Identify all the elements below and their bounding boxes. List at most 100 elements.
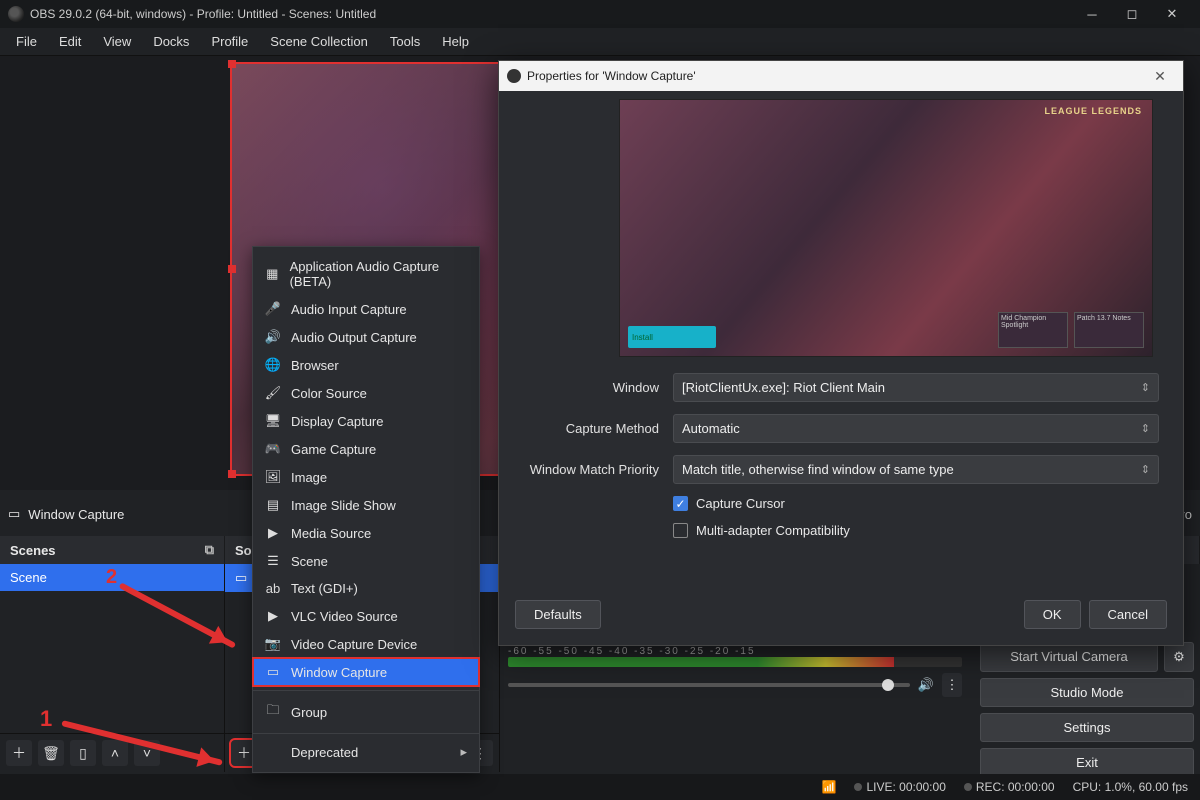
menu-profile[interactable]: Profile — [201, 30, 258, 53]
audio-scale: -60 -55 -50 -45 -40 -35 -30 -25 -20 -15 — [508, 646, 962, 657]
ctx-color-source[interactable]: 🖌Color Source — [253, 379, 479, 407]
rec-indicator-icon — [964, 783, 972, 791]
gear-icon: ⚙ — [1173, 649, 1185, 665]
brush-icon: 🖌 — [265, 385, 281, 401]
dialog-form: Window [RiotClientUx.exe]: Riot Client M… — [499, 365, 1183, 538]
resize-handle-icon[interactable] — [228, 470, 236, 478]
status-cpu: CPU: 1.0%, 60.00 fps — [1073, 780, 1188, 794]
chevron-updown-icon: ⇕ — [1141, 381, 1150, 394]
popout-icon[interactable]: ⧉ — [205, 542, 214, 558]
menu-scene-collection[interactable]: Scene Collection — [260, 30, 378, 53]
preview-brand-text: LEAGUE LEGENDS — [1044, 106, 1142, 116]
audio-track-menu-button[interactable]: ⋮ — [942, 673, 962, 697]
cancel-button[interactable]: Cancel — [1089, 600, 1167, 629]
window-icon: ▭ — [8, 506, 20, 522]
settings-button[interactable]: Settings — [980, 713, 1194, 742]
group-icon: 🗀 — [265, 701, 281, 723]
dialog-close-button[interactable]: ✕ — [1145, 68, 1175, 85]
dialog-footer: Defaults OK Cancel — [499, 588, 1183, 645]
minimize-button[interactable]: ─ — [1072, 0, 1112, 28]
ok-button[interactable]: OK — [1024, 600, 1081, 629]
status-rec: REC: 00:00:00 — [976, 780, 1055, 794]
ctx-window-capture[interactable]: ▭Window Capture — [253, 658, 479, 686]
obs-logo-icon — [8, 6, 24, 22]
window-icon: ▭ — [265, 664, 281, 680]
ctx-image-slideshow[interactable]: ▤Image Slide Show — [253, 491, 479, 519]
preview-install-button: Install — [628, 326, 716, 348]
ctx-text-gdi[interactable]: abText (GDI+) — [253, 575, 479, 602]
scene-icon: ☰ — [265, 553, 281, 569]
separator — [253, 733, 479, 734]
ctx-video-capture-device[interactable]: 📷Video Capture Device — [253, 630, 479, 658]
resize-handle-icon[interactable] — [228, 265, 236, 273]
globe-icon: 🌐 — [265, 357, 281, 373]
ctx-media-source[interactable]: ▶Media Source — [253, 519, 479, 547]
play-icon: ▶ — [265, 525, 281, 541]
move-scene-up-button[interactable]: ˄ — [102, 740, 128, 766]
menu-help[interactable]: Help — [432, 30, 479, 53]
live-indicator-icon — [854, 783, 862, 791]
start-virtual-camera-button[interactable]: Start Virtual Camera — [980, 642, 1158, 672]
menu-file[interactable]: File — [6, 30, 47, 53]
audio-meter — [508, 657, 962, 667]
studio-mode-button[interactable]: Studio Mode — [980, 678, 1194, 707]
network-icon: 📶 — [822, 780, 837, 794]
ctx-deprecated-submenu[interactable]: Deprecated — [253, 738, 479, 766]
chevron-updown-icon: ⇕ — [1141, 463, 1150, 476]
window-select[interactable]: [RiotClientUx.exe]: Riot Client Main ⇕ — [673, 373, 1159, 402]
image-icon: 🖼 — [265, 469, 281, 485]
window-field-label: Window — [523, 380, 673, 395]
checkbox-unchecked-icon — [673, 523, 688, 538]
separator — [253, 690, 479, 691]
properties-dialog: Properties for 'Window Capture' ✕ LEAGUE… — [498, 60, 1184, 646]
defaults-button[interactable]: Defaults — [515, 600, 601, 629]
capture-cursor-checkbox[interactable]: ✓ Capture Cursor — [673, 496, 1159, 511]
ctx-group[interactable]: 🗀Group — [253, 695, 479, 729]
remove-scene-button[interactable]: 🗑 — [38, 740, 64, 766]
gamepad-icon: 🎮 — [265, 441, 281, 457]
ctx-audio-input-capture[interactable]: 🎤Audio Input Capture — [253, 295, 479, 323]
add-source-context-menu: ▦Application Audio Capture (BETA) 🎤Audio… — [252, 246, 480, 773]
menu-docks[interactable]: Docks — [143, 30, 199, 53]
ctx-audio-output-capture[interactable]: 🔊Audio Output Capture — [253, 323, 479, 351]
checkbox-checked-icon: ✓ — [673, 496, 688, 511]
close-button[interactable]: ✕ — [1152, 0, 1192, 28]
mic-icon: 🎤 — [265, 301, 281, 317]
ctx-scene[interactable]: ☰Scene — [253, 547, 479, 575]
camera-icon: 📷 — [265, 636, 281, 652]
monitor-icon: 🖥 — [265, 413, 281, 429]
capture-method-label: Capture Method — [523, 421, 673, 436]
capture-method-select[interactable]: Automatic ⇕ — [673, 414, 1159, 443]
menu-tools[interactable]: Tools — [380, 30, 430, 53]
multi-adapter-checkbox[interactable]: Multi-adapter Compatibility — [673, 523, 1159, 538]
exit-button[interactable]: Exit — [980, 748, 1194, 777]
ctx-display-capture[interactable]: 🖥Display Capture — [253, 407, 479, 435]
obs-logo-icon — [507, 69, 521, 83]
add-scene-button[interactable]: ＋ — [6, 740, 32, 766]
slideshow-icon: ▤ — [265, 497, 281, 513]
dialog-titlebar[interactable]: Properties for 'Window Capture' ✕ — [499, 61, 1183, 91]
menu-bar: File Edit View Docks Profile Scene Colle… — [0, 28, 1200, 56]
resize-handle-icon[interactable] — [228, 60, 236, 68]
ctx-browser[interactable]: 🌐Browser — [253, 351, 479, 379]
selected-source-name: Window Capture — [28, 507, 124, 522]
menu-view[interactable]: View — [93, 30, 141, 53]
status-bar: 📶 LIVE: 00:00:00 REC: 00:00:00 CPU: 1.0%… — [0, 774, 1200, 800]
speaker-icon[interactable]: 🔊 — [918, 677, 934, 693]
dialog-preview: LEAGUE LEGENDS Install Mid Champion Spot… — [619, 99, 1153, 357]
window-match-priority-select[interactable]: Match title, otherwise find window of sa… — [673, 455, 1159, 484]
scenes-dock-header[interactable]: Scenes ⧉ — [0, 536, 225, 564]
window-match-priority-label: Window Match Priority — [523, 462, 673, 477]
ctx-app-audio-capture[interactable]: ▦Application Audio Capture (BETA) — [253, 253, 479, 295]
ctx-vlc-source[interactable]: ▶VLC Video Source — [253, 602, 479, 630]
volume-slider[interactable] — [508, 683, 910, 687]
ctx-game-capture[interactable]: 🎮Game Capture — [253, 435, 479, 463]
maximize-button[interactable]: ◻ — [1112, 0, 1152, 28]
menu-edit[interactable]: Edit — [49, 30, 91, 53]
virtual-camera-settings-button[interactable]: ⚙ — [1164, 642, 1194, 672]
speaker-icon: 🔊 — [265, 329, 281, 345]
play-icon: ▶ — [265, 608, 281, 624]
ctx-image[interactable]: 🖼Image — [253, 463, 479, 491]
scene-item[interactable]: Scene — [0, 564, 224, 591]
scene-filters-button[interactable]: ▯ — [70, 740, 96, 766]
